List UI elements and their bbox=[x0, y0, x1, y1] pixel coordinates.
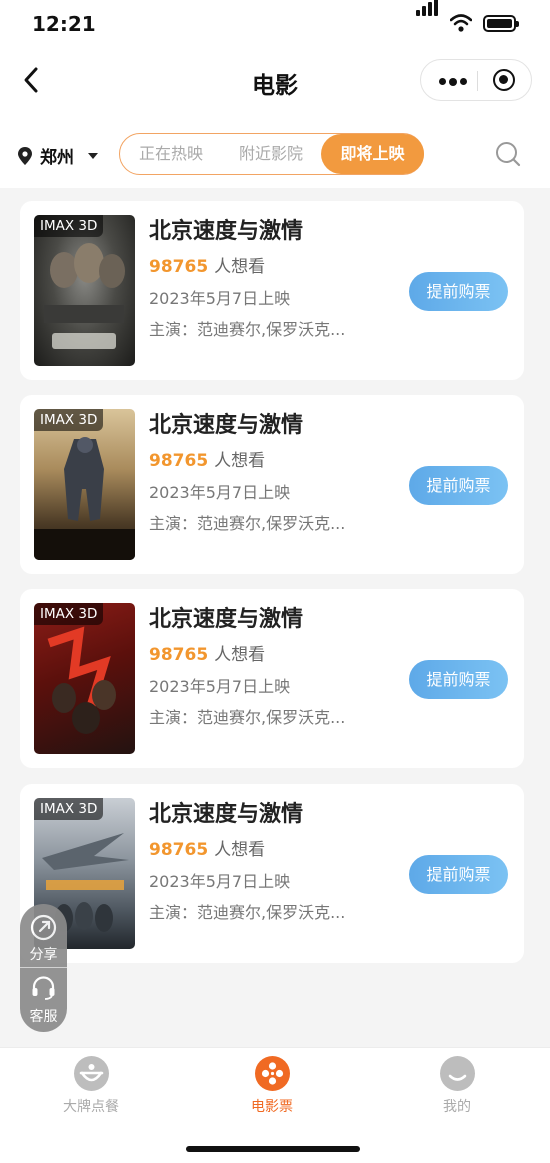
tabbar-item-movie-tickets[interactable]: 电影票 bbox=[212, 1056, 332, 1116]
presale-button[interactable]: 提前购票 bbox=[409, 272, 508, 311]
release-date: 2023年5月7日上映 bbox=[149, 289, 291, 308]
close-miniprogram-icon[interactable] bbox=[493, 69, 515, 91]
poster-art bbox=[34, 437, 135, 560]
customer-service-label: 客服 bbox=[29, 1009, 58, 1025]
tabbar-label: 大牌点餐 bbox=[63, 1099, 119, 1115]
miniprogram-capsule bbox=[420, 59, 532, 101]
movie-title: 北京速度与激情 bbox=[149, 413, 304, 438]
tab-coming-soon[interactable]: 即将上映 bbox=[321, 134, 424, 174]
city-selector[interactable]: 郑州 bbox=[18, 143, 98, 168]
poster-art bbox=[44, 243, 125, 349]
film-reel-icon bbox=[254, 1056, 290, 1091]
food-icon bbox=[73, 1056, 109, 1091]
movie-card[interactable]: IMAX 3D 北京速度与激情 98765 人想看 2023年5月7日上映 主演：… bbox=[20, 589, 524, 768]
movie-title: 北京速度与激情 bbox=[149, 607, 304, 632]
starring: 主演：范迪赛尔,保罗沃克... bbox=[149, 514, 346, 533]
want-to-see: 98765 人想看 bbox=[149, 640, 265, 665]
floating-actions: 分享 客服 bbox=[20, 904, 67, 1032]
want-to-see: 98765 人想看 bbox=[149, 835, 265, 860]
share-icon bbox=[30, 914, 57, 941]
movie-poster[interactable]: IMAX 3D bbox=[34, 215, 135, 366]
city-name: 郑州 bbox=[40, 148, 74, 168]
movie-card[interactable]: IMAX 3D 北京速度与激情 98765 人想看 2023年5月7日上映 主演：… bbox=[20, 201, 524, 380]
movie-card[interactable]: IMAX 3D 北京速度与激情 98765 人想看 2023年5月7日上映 主演：… bbox=[20, 784, 524, 963]
tabbar-item-food[interactable]: 大牌点餐 bbox=[31, 1056, 151, 1116]
want-label: 人想看 bbox=[214, 257, 266, 277]
status-bar: 12:21 bbox=[0, 0, 550, 50]
want-count: 98765 bbox=[149, 257, 209, 277]
want-label: 人想看 bbox=[214, 645, 266, 665]
customer-service-button[interactable]: 客服 bbox=[20, 970, 67, 1030]
headset-icon bbox=[32, 976, 55, 1000]
movie-title: 北京速度与激情 bbox=[149, 802, 304, 827]
location-pin-icon bbox=[18, 146, 32, 165]
movie-tabs: 正在热映 附近影院 即将上映 bbox=[119, 133, 424, 175]
imax-badge: IMAX 3D bbox=[34, 409, 104, 431]
share-button[interactable]: 分享 bbox=[20, 906, 67, 966]
movie-title: 北京速度与激情 bbox=[149, 219, 304, 244]
presale-button[interactable]: 提前购票 bbox=[409, 466, 508, 505]
profile-icon bbox=[439, 1056, 475, 1091]
tab-now-showing[interactable]: 正在热映 bbox=[120, 134, 222, 174]
tab-nearby-cinemas[interactable]: 附近影院 bbox=[220, 134, 322, 174]
want-label: 人想看 bbox=[214, 840, 266, 860]
want-count: 98765 bbox=[149, 840, 209, 860]
share-label: 分享 bbox=[29, 947, 58, 963]
presale-button[interactable]: 提前购票 bbox=[409, 660, 508, 699]
movie-poster[interactable]: IMAX 3D bbox=[34, 603, 135, 754]
nav-bar: 电影 bbox=[0, 50, 550, 112]
presale-button[interactable]: 提前购票 bbox=[409, 855, 508, 894]
chevron-down-icon bbox=[88, 152, 98, 159]
want-count: 98765 bbox=[149, 645, 209, 665]
want-count: 98765 bbox=[149, 451, 209, 471]
tabbar-label: 电影票 bbox=[251, 1099, 293, 1115]
imax-badge: IMAX 3D bbox=[34, 798, 104, 820]
want-label: 人想看 bbox=[214, 451, 266, 471]
movie-card[interactable]: IMAX 3D 北京速度与激情 98765 人想看 2023年5月7日上映 主演：… bbox=[20, 395, 524, 574]
status-time: 12:21 bbox=[32, 12, 96, 36]
release-date: 2023年5月7日上映 bbox=[149, 677, 291, 696]
starring: 主演：范迪赛尔,保罗沃克... bbox=[149, 903, 346, 922]
starring: 主演：范迪赛尔,保罗沃克... bbox=[149, 320, 346, 339]
wifi-icon bbox=[450, 14, 472, 32]
battery-icon bbox=[483, 15, 519, 32]
search-icon[interactable] bbox=[495, 141, 521, 167]
tabbar-item-profile[interactable]: 我的 bbox=[397, 1056, 517, 1116]
home-indicator bbox=[186, 1146, 360, 1152]
imax-badge: IMAX 3D bbox=[34, 215, 104, 237]
more-icon[interactable] bbox=[439, 77, 467, 86]
poster-art bbox=[47, 626, 116, 734]
want-to-see: 98765 人想看 bbox=[149, 446, 265, 471]
filter-bar: 郑州 正在热映 附近影院 即将上映 bbox=[0, 112, 550, 188]
imax-badge: IMAX 3D bbox=[34, 603, 104, 625]
release-date: 2023年5月7日上映 bbox=[149, 483, 291, 502]
movie-poster[interactable]: IMAX 3D bbox=[34, 409, 135, 560]
starring: 主演：范迪赛尔,保罗沃克... bbox=[149, 708, 346, 727]
want-to-see: 98765 人想看 bbox=[149, 252, 265, 277]
release-date: 2023年5月7日上映 bbox=[149, 872, 291, 891]
tabbar-label: 我的 bbox=[443, 1099, 471, 1115]
